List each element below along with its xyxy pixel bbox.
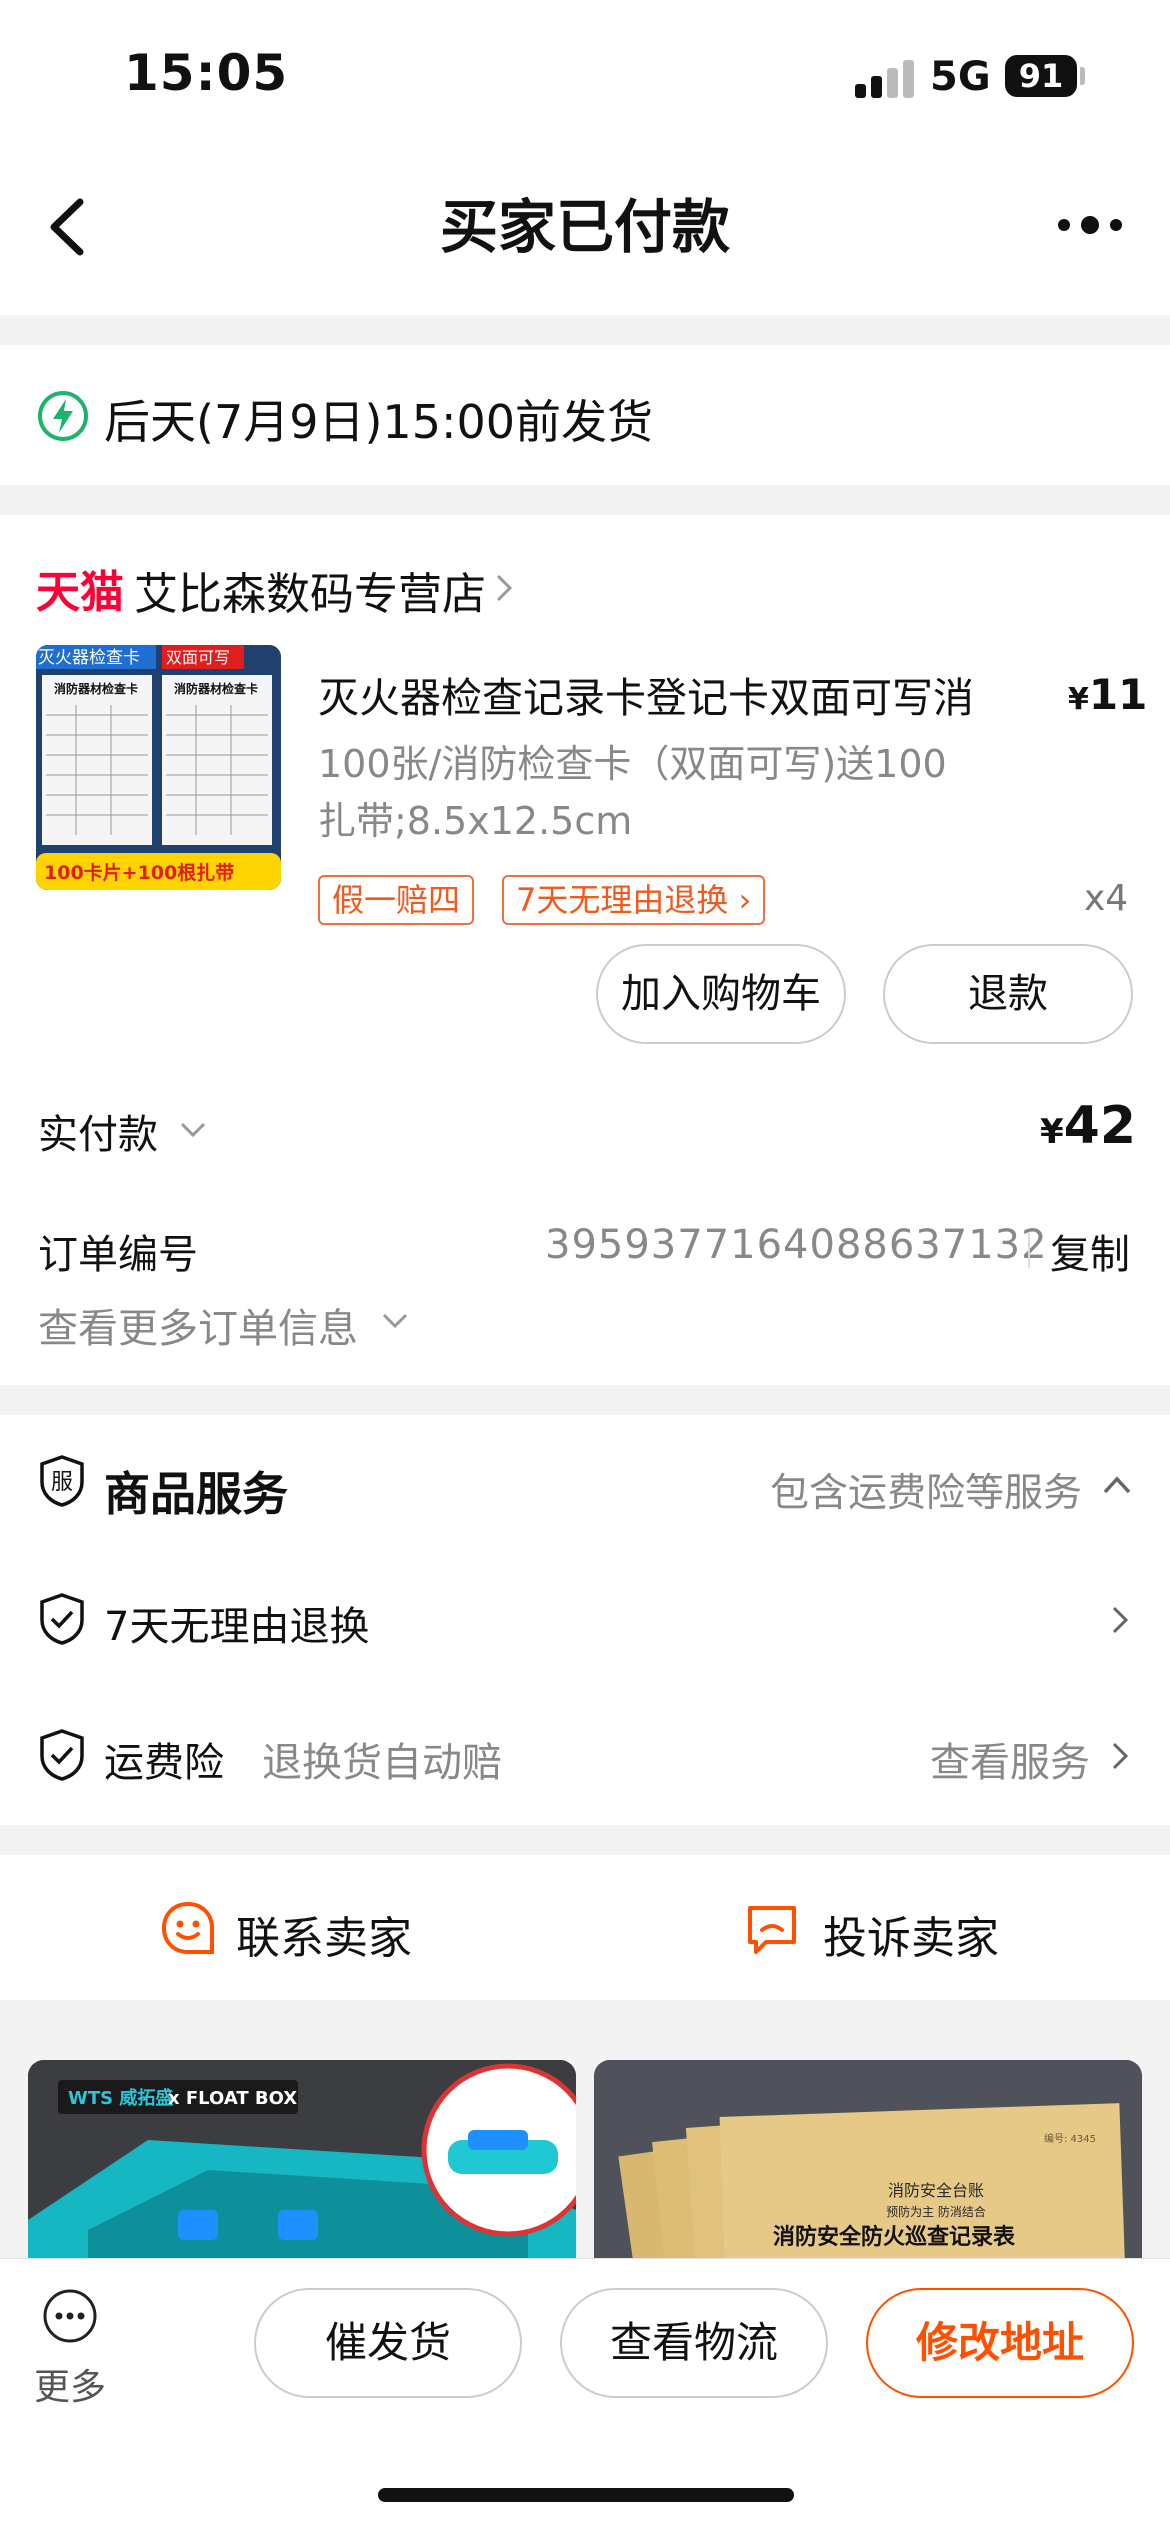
chevron-up-icon[interactable] (1100, 1470, 1134, 1500)
svg-text:x FLOAT BOX: x FLOAT BOX (168, 2088, 297, 2109)
complaint-icon[interactable] (744, 1902, 800, 1956)
add-to-cart-button[interactable]: 加入购物车 (596, 944, 846, 1044)
copy-button[interactable]: 复制 (1050, 1222, 1130, 1280)
svg-text:服: 服 (51, 1470, 73, 1495)
store-name-link[interactable]: 艾比森数码专营店 (134, 558, 486, 622)
svg-text:编号: 4345: 编号: 4345 (1044, 2132, 1096, 2145)
product-image[interactable]: 灭火器检查卡 双面可写 消防器材检查卡 消防器材检查卡 100卡片+100根扎带 (36, 645, 281, 890)
signal-icon (855, 58, 915, 98)
svg-text:灭火器检查卡: 灭火器检查卡 (38, 648, 140, 668)
svg-text:WTS 威拓盛: WTS 威拓盛 (68, 2087, 173, 2109)
order-number-label: 订单编号 (38, 1232, 198, 1278)
shipping-estimate: 后天(7月9日)15:00前发货 (104, 395, 653, 449)
refund-button[interactable]: 退款 (883, 944, 1133, 1044)
more-button-label[interactable]: 更多 (34, 2358, 106, 2410)
contact-seller-button[interactable]: 联系卖家 (236, 1902, 412, 1966)
currency-symbol: ¥ (1068, 682, 1089, 717)
svg-text:100卡片+100根扎带: 100卡片+100根扎带 (44, 861, 234, 884)
chevron-down-icon[interactable] (380, 1305, 410, 1335)
guarantee-tag: 假一赔四 (318, 875, 475, 925)
view-service-link[interactable]: 查看服务 (930, 1730, 1090, 1788)
page-title: 买家已付款 (439, 193, 730, 261)
more-icon[interactable] (42, 2288, 98, 2344)
product-title[interactable]: 灭火器检查记录卡登记卡双面可写消 (318, 664, 1038, 724)
shield-check-icon (38, 1592, 86, 1646)
smile-chat-icon[interactable] (160, 1900, 216, 1956)
more-dots-icon (1058, 216, 1122, 234)
more-order-info-toggle[interactable]: 查看更多订单信息 (38, 1296, 358, 1354)
svg-text:消防安全防火巡查记录表: 消防安全防火巡查记录表 (773, 2224, 1016, 2250)
return-policy-tag[interactable]: 7天无理由退换 › (502, 875, 766, 925)
product-price: ¥11 (1068, 670, 1147, 719)
chevron-down-icon[interactable] (178, 1114, 208, 1144)
network-type: 5G (930, 54, 991, 100)
service-return-label[interactable]: 7天无理由退换 (104, 1594, 369, 1652)
service-shipping-insurance-label: 运费险 (104, 1740, 224, 1786)
view-logistics-button[interactable]: 查看物流 (560, 2288, 828, 2398)
shield-check-icon (38, 1728, 86, 1782)
chevron-right-icon (492, 570, 516, 606)
price-value: 11 (1088, 670, 1148, 719)
svg-text:消防器材检查卡: 消防器材检查卡 (174, 681, 258, 696)
divider (1028, 1232, 1030, 1268)
lightning-icon (36, 389, 90, 443)
order-number: 3959377164088637132 (545, 1222, 1048, 1268)
service-badge-icon: 服 (38, 1454, 86, 1508)
svg-text:预防为主 防消结合: 预防为主 防消结合 (886, 2204, 986, 2219)
tag-label: 7天无理由退换 (516, 881, 729, 919)
services-summary[interactable]: 包含运费险等服务 (770, 1462, 1082, 1518)
tmall-logo: 天猫 (36, 567, 124, 618)
amount-value: 42 (1063, 1096, 1137, 1156)
battery-icon: 91 (1005, 55, 1077, 97)
status-time: 15:05 (124, 44, 289, 102)
battery-tip (1080, 67, 1085, 85)
complain-seller-button[interactable]: 投诉卖家 (823, 1902, 999, 1966)
paid-label[interactable]: 实付款 (38, 1102, 158, 1160)
chevron-right-icon[interactable] (1108, 1738, 1132, 1774)
chevron-right-icon[interactable] (1108, 1602, 1132, 1638)
modify-address-button[interactable]: 修改地址 (866, 2288, 1134, 2398)
product-spec: 100张/消防检查卡（双面可写)送100扎带;8.5x12.5cm (318, 742, 947, 843)
home-indicator[interactable] (378, 2488, 794, 2502)
urge-shipping-button[interactable]: 催发货 (254, 2288, 522, 2398)
more-options-button[interactable] (1050, 200, 1130, 250)
service-shipping-insurance-desc: 退换货自动赔 (262, 1740, 502, 1786)
svg-text:消防安全台账: 消防安全台账 (888, 2181, 984, 2200)
quantity: x4 (1084, 878, 1129, 919)
svg-text:消防器材检查卡: 消防器材检查卡 (54, 681, 138, 696)
currency-symbol: ¥ (1040, 1112, 1064, 1152)
svg-text:双面可写: 双面可写 (166, 648, 230, 667)
paid-amount: ¥42 (1040, 1096, 1136, 1156)
services-title: 商品服务 (104, 1467, 288, 1521)
